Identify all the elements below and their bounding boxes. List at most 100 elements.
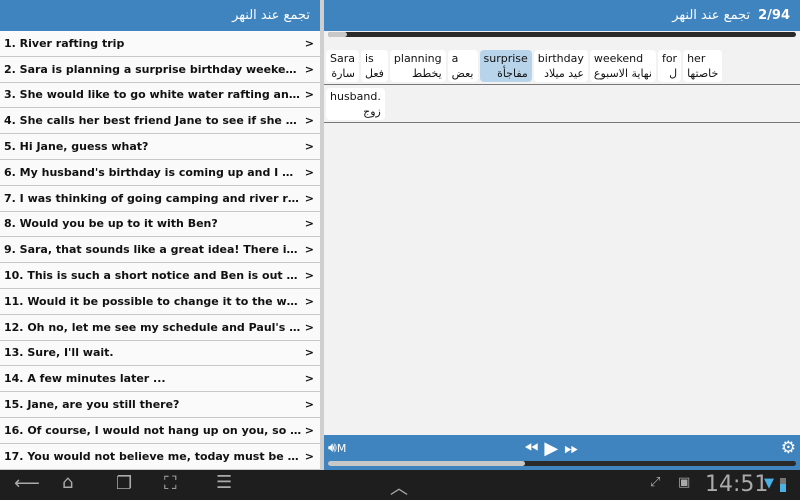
word-arabic: بعض	[451, 66, 474, 80]
list-item[interactable]: 10. This is such a short notice and Ben …	[0, 263, 320, 289]
list-item-text: 14. A few minutes later ...	[4, 372, 166, 386]
list-item-text: 13. Sure, I'll wait.	[4, 346, 114, 360]
list-item-text: 3. She would like to go white water raft…	[4, 88, 302, 102]
word-arabic: خاصتها	[687, 66, 719, 80]
word-chip[interactable]: birthday عيد ميلاد	[533, 49, 588, 82]
fast-forward-button[interactable]: ⏩︎	[564, 438, 584, 459]
chevron-right-icon: >	[304, 423, 314, 437]
chevron-right-icon: >	[304, 269, 314, 283]
list-item[interactable]: 9. Sara, that sounds like a great idea! …	[0, 237, 320, 264]
list-item[interactable]: 2. Sara is planning a surprise birthday …	[0, 56, 320, 83]
list-item[interactable]: 12. Oh no, let me see my schedule and Pa…	[0, 314, 320, 341]
word-chip[interactable]: for ل	[657, 49, 682, 82]
word-arabic: سارة	[331, 66, 355, 80]
word-arabic: ل	[669, 66, 678, 80]
chevron-right-icon: >	[304, 449, 314, 463]
word-arabic: يخطط	[412, 66, 442, 80]
list-item[interactable]: 16. Of course, I would not hang up on yo…	[0, 417, 320, 444]
sentence-line: husband. زوج	[324, 85, 800, 123]
audio-progress-bar[interactable]	[328, 461, 796, 466]
sentence-counter: 2/94	[758, 8, 790, 23]
chevron-right-icon: >	[304, 294, 314, 308]
chevron-right-icon: >	[304, 36, 314, 50]
word-chip[interactable]: weekend نهاية الاسبوع	[589, 49, 656, 82]
list-item-text: 10. This is such a short notice and Ben …	[4, 269, 302, 283]
list-item-text: 11. Would it be possible to change it to…	[4, 294, 302, 308]
lesson-title: تجمع عند النهر	[672, 8, 751, 23]
word-chip[interactable]: a بعض	[447, 49, 478, 82]
list-item-text: 1. River rafting trip	[4, 36, 125, 50]
audio-progress-fill	[328, 461, 525, 466]
settings-gear-icon[interactable]: ⚙	[781, 438, 796, 458]
list-item-text: 15. Jane, are you still there?	[4, 398, 180, 412]
word-english: is	[365, 51, 374, 65]
lesson-header: تجمع عند النهر 2/94	[324, 0, 800, 31]
list-item-text: 12. Oh no, let me see my schedule and Pa…	[4, 320, 302, 334]
word-arabic: نهاية الاسبوع	[593, 66, 652, 80]
player-bar: 🔊︎M ⏪︎▶⏩︎ ⚙	[324, 435, 800, 470]
chevron-right-icon: >	[304, 320, 314, 334]
word-chip[interactable]: Sara سارة	[326, 49, 359, 82]
back-icon[interactable]: ⟵	[14, 473, 40, 494]
word-chip[interactable]: planning يخطط	[389, 49, 446, 82]
clock: 14:51	[705, 472, 769, 497]
word-arabic: فعل	[365, 66, 384, 80]
rewind-button[interactable]: ⏪︎	[524, 438, 544, 459]
word-chip[interactable]: surprise مفاجأة	[479, 49, 532, 82]
list-item[interactable]: 7. I was thinking of going camping and r…	[0, 185, 320, 212]
list-item[interactable]: 13. Sure, I'll wait. >	[0, 340, 320, 367]
fullscreen-icon: ⤢	[650, 475, 661, 490]
play-button[interactable]: ▶	[544, 438, 564, 459]
speaker-label: M	[336, 442, 347, 455]
system-bar: ⟵ ⌂ ❐ ⛶ ☰ ︿ ⤢ ▣ 14:51 ▼	[0, 470, 800, 500]
chevron-right-icon: >	[304, 372, 314, 386]
word-chip[interactable]: her خاصتها	[683, 49, 723, 82]
list-item[interactable]: 3. She would like to go white water raft…	[0, 82, 320, 109]
store-notification-icon: ▣	[678, 475, 691, 490]
list-item[interactable]: 8. Would you be up to it with Ben? >	[0, 211, 320, 238]
lesson-panel: تجمع عند النهر 2/94 Sara سارة is فعل plannin…	[324, 0, 800, 470]
sentence-list-panel: تجمع عند النهر 1. River rafting trip >2. …	[0, 0, 320, 470]
sentence-progress-bar[interactable]	[328, 32, 796, 37]
list-item[interactable]: 17. You would not believe me, today must…	[0, 443, 320, 470]
chevron-right-icon: >	[304, 114, 314, 128]
list-item[interactable]: 1. River rafting trip >	[0, 31, 320, 57]
speaker-button[interactable]: 🔊︎M	[328, 440, 346, 456]
list-item[interactable]: 4. She calls her best friend Jane to see…	[0, 108, 320, 135]
list-item[interactable]: 5. Hi Jane, guess what? >	[0, 134, 320, 160]
list-item-text: 9. Sara, that sounds like a great idea! …	[4, 243, 302, 257]
word-chip[interactable]: husband. زوج	[326, 87, 385, 120]
list-item[interactable]: 11. Would it be possible to change it to…	[0, 288, 320, 315]
chevron-right-icon: >	[304, 165, 314, 179]
screenshot-icon[interactable]: ⛶	[164, 473, 177, 494]
list-item-text: 7. I was thinking of going camping and r…	[4, 191, 302, 205]
list-header: تجمع عند النهر	[0, 0, 320, 31]
list-item[interactable]: 6. My husband's birthday is coming up an…	[0, 159, 320, 186]
word-english: a	[451, 51, 459, 65]
home-icon[interactable]: ⌂	[62, 472, 73, 493]
chevron-right-icon: >	[304, 191, 314, 205]
chevron-right-icon: >	[304, 140, 314, 154]
chevron-right-icon: >	[304, 398, 314, 412]
word-arabic: مفاجأة	[497, 66, 528, 80]
list-item[interactable]: 15. Jane, are you still there? >	[0, 392, 320, 418]
word-english: her	[687, 51, 706, 65]
list-item-text: 16. Of course, I would not hang up on yo…	[4, 423, 302, 437]
chevron-up-icon[interactable]: ︿	[390, 474, 408, 500]
word-english: planning	[393, 51, 442, 65]
chevron-right-icon: >	[304, 217, 314, 231]
speaker-icon: 🔊︎	[328, 440, 337, 456]
list-item-text: 17. You would not believe me, today must…	[4, 449, 302, 463]
menu-icon[interactable]: ☰	[216, 472, 232, 493]
word-chip[interactable]: is فعل	[361, 49, 388, 82]
word-english: weekend	[593, 51, 644, 65]
word-english: husband.	[330, 89, 381, 103]
list-item-text: 5. Hi Jane, guess what?	[4, 140, 149, 154]
word-arabic: زوج	[363, 104, 381, 118]
sentence-line: Sara سارة is فعل planning يخطط a بعض surprise مفا…	[324, 47, 800, 85]
list-item-text: 4. She calls her best friend Jane to see…	[4, 114, 302, 128]
list-item[interactable]: 14. A few minutes later ... >	[0, 366, 320, 393]
recent-apps-icon[interactable]: ❐	[116, 473, 132, 494]
chevron-right-icon: >	[304, 243, 314, 257]
list-title: تجمع عند النهر	[232, 8, 310, 23]
